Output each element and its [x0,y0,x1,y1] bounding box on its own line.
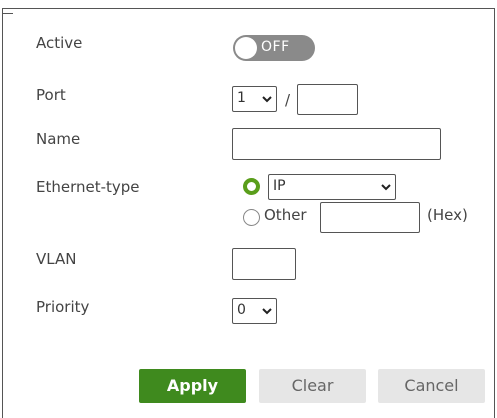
name-label: Name [36,130,81,148]
priority-value: 0 [237,302,246,318]
port-separator: / [285,91,291,109]
vlan-label: VLAN [36,250,77,268]
ethernet-type-other-radio[interactable] [243,209,260,226]
port-slot-select[interactable]: 1 [232,86,277,112]
chevron-down-icon [380,178,392,199]
apply-button[interactable]: Apply [139,369,246,403]
ethernet-type-other-label: Other [264,206,307,224]
ethernet-type-ip-radio[interactable] [243,178,260,195]
clear-button[interactable]: Clear [259,369,366,403]
ethernet-type-other-input[interactable] [320,202,420,233]
active-label: Active [36,34,83,52]
port-slot-value: 1 [237,90,246,106]
priority-select[interactable]: 0 [232,298,277,324]
ethernet-type-label: Ethernet-type [36,178,140,196]
ethernet-type-ip-select[interactable]: IP [268,174,396,200]
port-label: Port [36,86,66,104]
cancel-button[interactable]: Cancel [378,369,485,403]
toggle-knob [235,37,257,59]
priority-label: Priority [36,298,90,316]
toggle-text: OFF [261,39,290,55]
port-number-input[interactable] [297,84,358,115]
chevron-down-icon [261,302,273,323]
ethernet-type-ip-value: IP [273,178,286,194]
hex-label: (Hex) [427,206,468,224]
name-input[interactable] [232,128,441,160]
vlan-input[interactable] [232,248,296,280]
panel-corner [3,9,13,14]
active-toggle[interactable]: OFF [233,35,315,61]
chevron-down-icon [261,90,273,111]
